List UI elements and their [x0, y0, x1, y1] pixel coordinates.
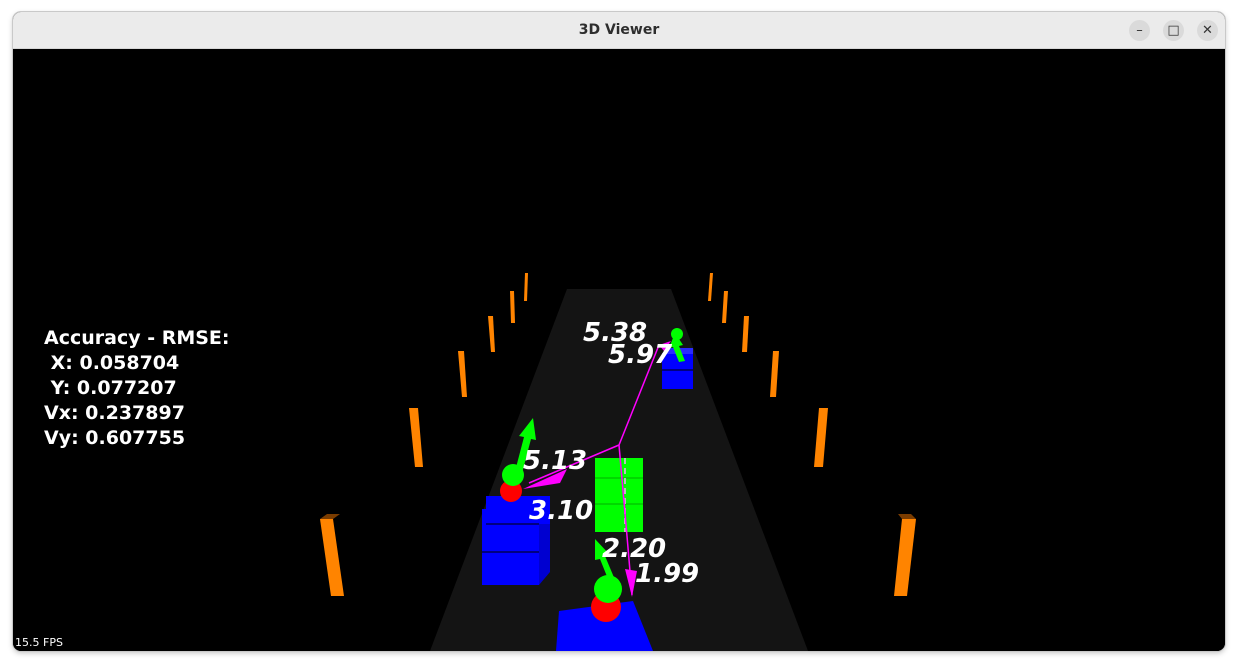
marker-sphere	[502, 464, 524, 486]
pole	[814, 408, 828, 467]
label-left-b: 3.10	[529, 496, 593, 526]
pole	[409, 408, 423, 467]
pole	[458, 351, 467, 397]
pole	[510, 291, 515, 323]
rmse-x: X: 0.058704	[44, 352, 180, 374]
rmse-heading: Accuracy - RMSE:	[44, 327, 230, 349]
minimize-button[interactable]: –	[1129, 20, 1150, 41]
app-window: 3D Viewer – □ ✕ 5.38 5.97 5.13 3.10 2.20…	[13, 12, 1225, 651]
pole	[742, 316, 749, 352]
marker-sphere	[671, 328, 683, 340]
label-left-a: 5.13	[523, 446, 587, 476]
label-far-b: 5.97	[608, 340, 673, 370]
pole	[708, 273, 713, 301]
rmse-vx: Vx: 0.237897	[44, 402, 185, 424]
pole	[894, 519, 916, 596]
label-near-b: 1.99	[635, 559, 699, 589]
ego-car	[595, 458, 643, 532]
fps-counter: 15.5 FPS	[15, 636, 63, 649]
pole	[722, 291, 728, 323]
pole	[488, 316, 495, 352]
3d-viewport[interactable]: 5.38 5.97 5.13 3.10 2.20 1.99 Accuracy -…	[13, 49, 1225, 651]
pole	[524, 273, 528, 301]
window-title: 3D Viewer	[578, 22, 660, 38]
pole-top	[898, 514, 916, 519]
rmse-y: Y: 0.077207	[44, 377, 177, 399]
pole	[320, 519, 344, 596]
pole-top	[320, 514, 340, 519]
close-button[interactable]: ✕	[1197, 20, 1218, 41]
maximize-button[interactable]: □	[1163, 20, 1184, 41]
pole	[770, 351, 779, 397]
rmse-panel: Accuracy - RMSE: X: 0.058704 Y: 0.077207…	[44, 326, 230, 451]
rmse-vy: Vy: 0.607755	[44, 427, 186, 449]
title-bar[interactable]: 3D Viewer – □ ✕	[13, 12, 1225, 49]
marker-sphere	[594, 575, 622, 603]
